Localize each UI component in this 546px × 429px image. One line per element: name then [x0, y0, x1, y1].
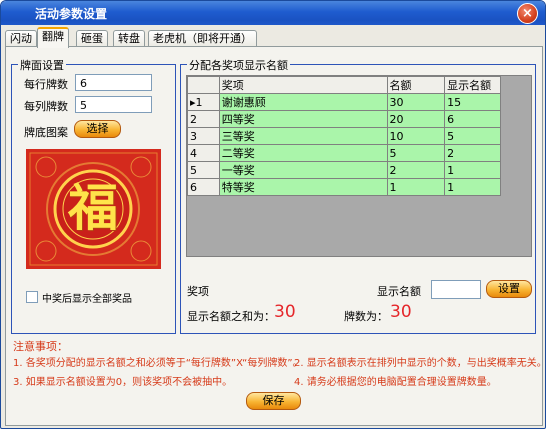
rows-label: 每行牌数	[24, 78, 68, 91]
close-button[interactable]: ×	[517, 3, 538, 24]
cell-quota[interactable]: 20	[386, 110, 446, 128]
sum-label: 显示名额之和为：	[187, 310, 275, 323]
row-index: 2	[187, 110, 220, 128]
row-index: 5	[187, 161, 220, 179]
prize-grid[interactable]: 奖项 名额 显示名额 ▸1 谢谢惠顾 30 15 2 四等奖 20 6 3 三等…	[186, 75, 532, 257]
rows-input[interactable]: 6	[75, 74, 152, 91]
row-index: 3	[187, 127, 220, 145]
window-title: 活动参数设置	[35, 7, 108, 21]
header-quota[interactable]: 名额	[386, 76, 446, 94]
settings-window: 活动参数设置 × 闪动 翻牌 砸蛋 转盘 老虎机（即将开通） 牌面设置 每行牌数…	[0, 0, 546, 429]
header-display[interactable]: 显示名额	[444, 76, 501, 94]
tab-flip-card[interactable]: 翻牌	[37, 27, 69, 48]
cell-quota[interactable]: 10	[386, 127, 446, 145]
display-count-input[interactable]	[431, 280, 481, 299]
title-bar: 活动参数设置 ×	[1, 1, 545, 25]
tab-smash-egg[interactable]: 砸蛋	[76, 30, 108, 46]
row-index: 4	[187, 144, 220, 162]
tab-panel: 牌面设置 每行牌数 6 每列牌数 5 牌底图案 选择 福 中奖后显示全部奖品 分…	[5, 46, 546, 426]
cell-prize[interactable]: 三等奖	[218, 127, 388, 145]
cell-prize[interactable]: 特等奖	[218, 178, 388, 196]
table-header: 奖项 名额 显示名额	[187, 76, 501, 94]
cell-quota[interactable]: 1	[386, 178, 446, 196]
notes-title: 注意事项：	[13, 340, 68, 353]
table-row[interactable]: ▸1 谢谢惠顾 30 15	[187, 93, 501, 111]
note-2: 2. 显示名额表示在排列中显示的个数，与出奖概率无关。	[294, 358, 546, 369]
fu-character: 福	[68, 178, 118, 237]
table-row[interactable]: 3 三等奖 10 5	[187, 127, 501, 145]
card-count-label: 牌数为：	[344, 310, 388, 323]
prize-group-title: 分配各奖项显示名额	[187, 57, 290, 73]
cell-quota[interactable]: 5	[386, 144, 446, 162]
card-face-group: 牌面设置 每行牌数 6 每列牌数 5 牌底图案 选择 福 中奖后显示全部奖品	[11, 57, 176, 334]
select-image-button[interactable]: 选择	[74, 120, 121, 138]
card-count-value: 30	[390, 302, 412, 322]
cell-prize[interactable]: 二等奖	[218, 144, 388, 162]
set-button[interactable]: 设置	[486, 280, 532, 298]
cell-display[interactable]: 6	[444, 110, 501, 128]
cell-display[interactable]: 1	[444, 161, 501, 179]
table-row[interactable]: 5 一等奖 2 1	[187, 161, 501, 179]
prize-label: 奖项	[187, 285, 209, 298]
row-indicator: ▸1	[187, 93, 220, 111]
cols-input[interactable]: 5	[75, 96, 152, 113]
cell-quota[interactable]: 2	[386, 161, 446, 179]
cell-display[interactable]: 2	[444, 144, 501, 162]
cols-label: 每列牌数	[24, 100, 68, 113]
note-1: 1. 各奖项分配的显示名额之和必须等于“每行牌数”X“每列牌数”。	[13, 358, 303, 369]
show-all-label: 中奖后显示全部奖品	[42, 294, 132, 305]
cell-display[interactable]: 1	[444, 178, 501, 196]
cell-quota[interactable]: 30	[386, 93, 446, 111]
tab-bar: 闪动 翻牌 砸蛋 转盘 老虎机（即将开通）	[1, 27, 545, 48]
row-index: 6	[187, 178, 220, 196]
note-4: 4. 请务必根据您的电脑配置合理设置牌数量。	[294, 377, 497, 388]
cell-display[interactable]: 15	[444, 93, 501, 111]
tab-flash[interactable]: 闪动	[5, 30, 37, 46]
header-index	[187, 76, 220, 94]
cell-prize[interactable]: 一等奖	[218, 161, 388, 179]
display-count-label: 显示名额	[377, 285, 421, 298]
prize-allocation-group: 分配各奖项显示名额 奖项 名额 显示名额 ▸1 谢谢惠顾 30 15 2 四等奖…	[180, 57, 536, 334]
card-face-group-title: 牌面设置	[18, 57, 66, 73]
save-button[interactable]: 保存	[246, 392, 301, 410]
prize-table: 奖项 名额 显示名额 ▸1 谢谢惠顾 30 15 2 四等奖 20 6 3 三等…	[187, 76, 501, 196]
table-row[interactable]: 2 四等奖 20 6	[187, 110, 501, 128]
sum-value: 30	[274, 302, 296, 322]
cell-prize[interactable]: 谢谢惠顾	[218, 93, 388, 111]
table-row[interactable]: 6 特等奖 1 1	[187, 178, 501, 196]
header-prize[interactable]: 奖项	[218, 76, 388, 94]
card-back-image: 福	[26, 149, 161, 269]
tab-wheel[interactable]: 转盘	[113, 30, 145, 46]
card-back-label: 牌底图案	[24, 126, 68, 139]
tab-slot-machine[interactable]: 老虎机（即将开通）	[148, 30, 257, 46]
show-all-checkbox[interactable]	[26, 291, 38, 303]
note-3: 3. 如果显示名额设置为0，则该奖项不会被抽中。	[13, 377, 233, 388]
cell-display[interactable]: 5	[444, 127, 501, 145]
table-row[interactable]: 4 二等奖 5 2	[187, 144, 501, 162]
cell-prize[interactable]: 四等奖	[218, 110, 388, 128]
